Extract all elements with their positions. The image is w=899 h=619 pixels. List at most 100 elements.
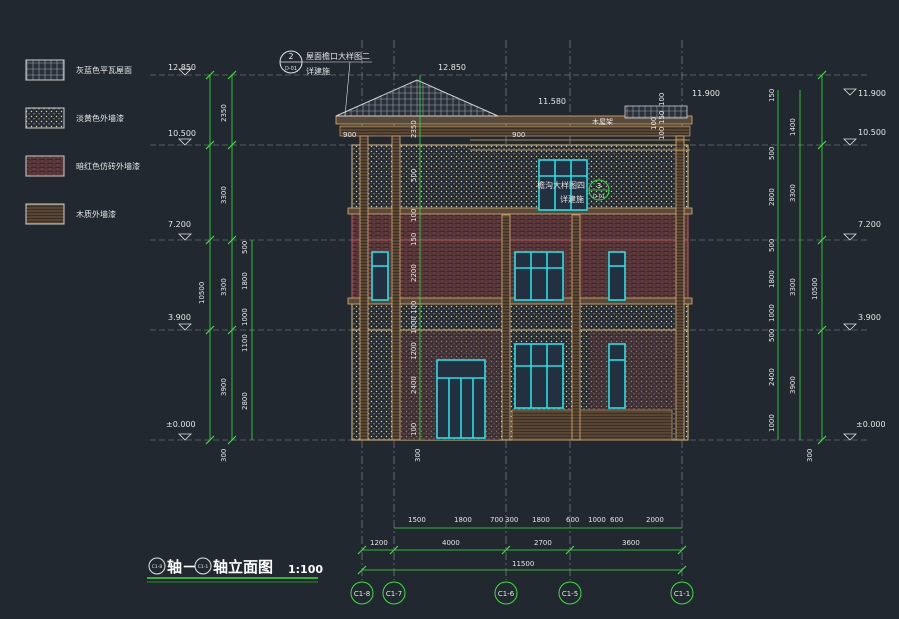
dimension-text: 100	[410, 423, 418, 436]
elevation-label: 10.500	[858, 128, 886, 137]
detail-title: 檐沟大样图四	[537, 180, 585, 190]
axis-label: C1-7	[386, 590, 402, 598]
dimension-text: 300	[220, 449, 228, 462]
dims-row-1: 1500 1800 700 300 1800 600 1000 600 2000	[408, 516, 664, 524]
pilaster	[359, 135, 369, 441]
axis-label: C1-5	[562, 590, 578, 598]
dimension-text: 2200	[410, 264, 418, 282]
elevation-label: 7.200	[858, 220, 881, 229]
elevation-label: 11.580	[538, 97, 566, 106]
dimension-text: 300	[505, 516, 518, 524]
dimension-text: 1000	[588, 516, 606, 524]
elevation-labels-top: 12.850 11.580 11.900	[438, 63, 720, 106]
axis-bubble: C1-6	[494, 581, 518, 605]
elevation-label: 3.900	[168, 313, 191, 322]
dims-right: 1400 3300 3300 3900 10500 150 500 2800 5…	[768, 89, 819, 432]
dimension-text: 500	[768, 329, 776, 342]
legend-label: 灰蓝色平瓦屋面	[76, 65, 132, 75]
dimension-text: 3300	[789, 278, 797, 296]
dimension-text: 1000	[768, 304, 776, 322]
dimension-text: 3600	[622, 539, 640, 547]
axis-label: C1-8	[354, 590, 370, 598]
dimension-text: 1400	[789, 118, 797, 136]
legend-swatch-wood	[25, 203, 65, 225]
elevation-labels-right: 11.900 10.500 7.200 3.900 ±0.000	[856, 89, 886, 429]
dimension-text: 500	[241, 241, 249, 254]
dimension-text: 3300	[220, 186, 228, 204]
dimension-text: 2400	[410, 376, 418, 394]
pilaster	[501, 214, 511, 441]
dimension-text: 500	[410, 169, 418, 182]
dimension-text: 3300	[220, 278, 228, 296]
dimension-total: 11500	[512, 560, 534, 568]
dimension-text: 3900	[789, 376, 797, 394]
dimension-text: 2350	[220, 104, 228, 122]
elevation-labels-left: 12.850 10.500 7.200 3.900 ±0.000	[166, 63, 196, 429]
title-axis-from: C1-8	[152, 564, 163, 570]
third-floor-wall	[351, 144, 689, 211]
dimension-text: 150	[658, 111, 666, 124]
elevation-label: 12.850	[438, 63, 466, 72]
dimension-text: 2350	[410, 120, 418, 138]
axis-bubble: C1-5	[558, 581, 582, 605]
dimension-text: 1100	[241, 334, 249, 352]
legend-item: 暗红色仿砖外墙漆	[25, 155, 140, 177]
dims-left-outer: 2350 3300 3300 3900 10500	[198, 104, 228, 396]
dimension-text: 100	[650, 117, 658, 130]
dimension-text: 10500	[198, 282, 206, 304]
dimension-text: 100	[410, 301, 418, 314]
axis-label: C1-1	[674, 590, 690, 598]
dimension-text: 900	[512, 131, 525, 139]
dimension-text: 600	[610, 516, 623, 524]
dimension-text: 3900	[220, 378, 228, 396]
pilaster	[571, 214, 581, 441]
dimension-text: 2800	[241, 392, 249, 410]
detail-title: 屋面檐口大样图二	[306, 51, 370, 61]
window	[514, 251, 564, 301]
window	[371, 251, 389, 301]
dimension-text: 10500	[811, 278, 819, 300]
title-connector: 轴－	[167, 558, 197, 576]
wood-planter	[511, 409, 673, 441]
dimension-text: 2800	[768, 188, 776, 206]
dimension-text: 2000	[646, 516, 664, 524]
dims-bottom-extra: 300 300 300	[220, 449, 814, 462]
window	[514, 343, 564, 409]
detail-reference: 详建施	[560, 194, 584, 204]
dimension-text: 600	[566, 516, 579, 524]
dims-left-inner: 500 1800 1000 1100 2800	[241, 241, 249, 410]
pilaster	[391, 135, 401, 441]
dimension-text: 500	[768, 147, 776, 160]
elevation-label: 10.500	[168, 129, 196, 138]
dimension-text: 300	[414, 449, 422, 462]
title-text: 轴立面图	[213, 558, 273, 576]
detail-reference: 详建施	[306, 66, 330, 76]
dimension-text: 2700	[534, 539, 552, 547]
elevation-label: 11.900	[692, 89, 720, 98]
elevation-label: 11.900	[858, 89, 886, 98]
drawing-title: C1-8 轴－ C1-1 轴立面图 1:100	[147, 557, 323, 583]
legend-swatch-yellow	[25, 107, 65, 129]
dimension-text: 1000	[768, 414, 776, 432]
dimension-text: 900	[343, 131, 356, 139]
legend-label: 木质外墙漆	[76, 209, 116, 219]
parapet	[624, 105, 688, 119]
title-axis-to: C1-1	[198, 564, 209, 570]
elevation-label: ±0.000	[166, 420, 196, 429]
dimension-text: 1800	[768, 270, 776, 288]
dimension-text: 500	[768, 239, 776, 252]
elevation-label: 12.850	[168, 63, 196, 72]
second-floor-band	[351, 301, 689, 331]
dimension-text: 150	[768, 89, 776, 102]
dimension-text: 1000	[241, 308, 249, 326]
dimension-text: 100	[658, 127, 666, 140]
dimension-text: 150	[410, 233, 418, 246]
dimension-text: 300	[806, 449, 814, 462]
dimension-text: 1200	[370, 539, 388, 547]
elevation-drawing: 灰蓝色平瓦屋面 淡黄色外墙漆 暗红色仿砖外墙漆 木质外墙漆 12.850 10.…	[25, 40, 886, 605]
detail-number: 3	[597, 182, 601, 190]
dims-row-2: 1200 4000 2700 3600	[370, 539, 640, 547]
dimension-text: 1800	[454, 516, 472, 524]
legend-item: 木质外墙漆	[25, 203, 116, 225]
legend-swatch-roof	[25, 59, 65, 81]
